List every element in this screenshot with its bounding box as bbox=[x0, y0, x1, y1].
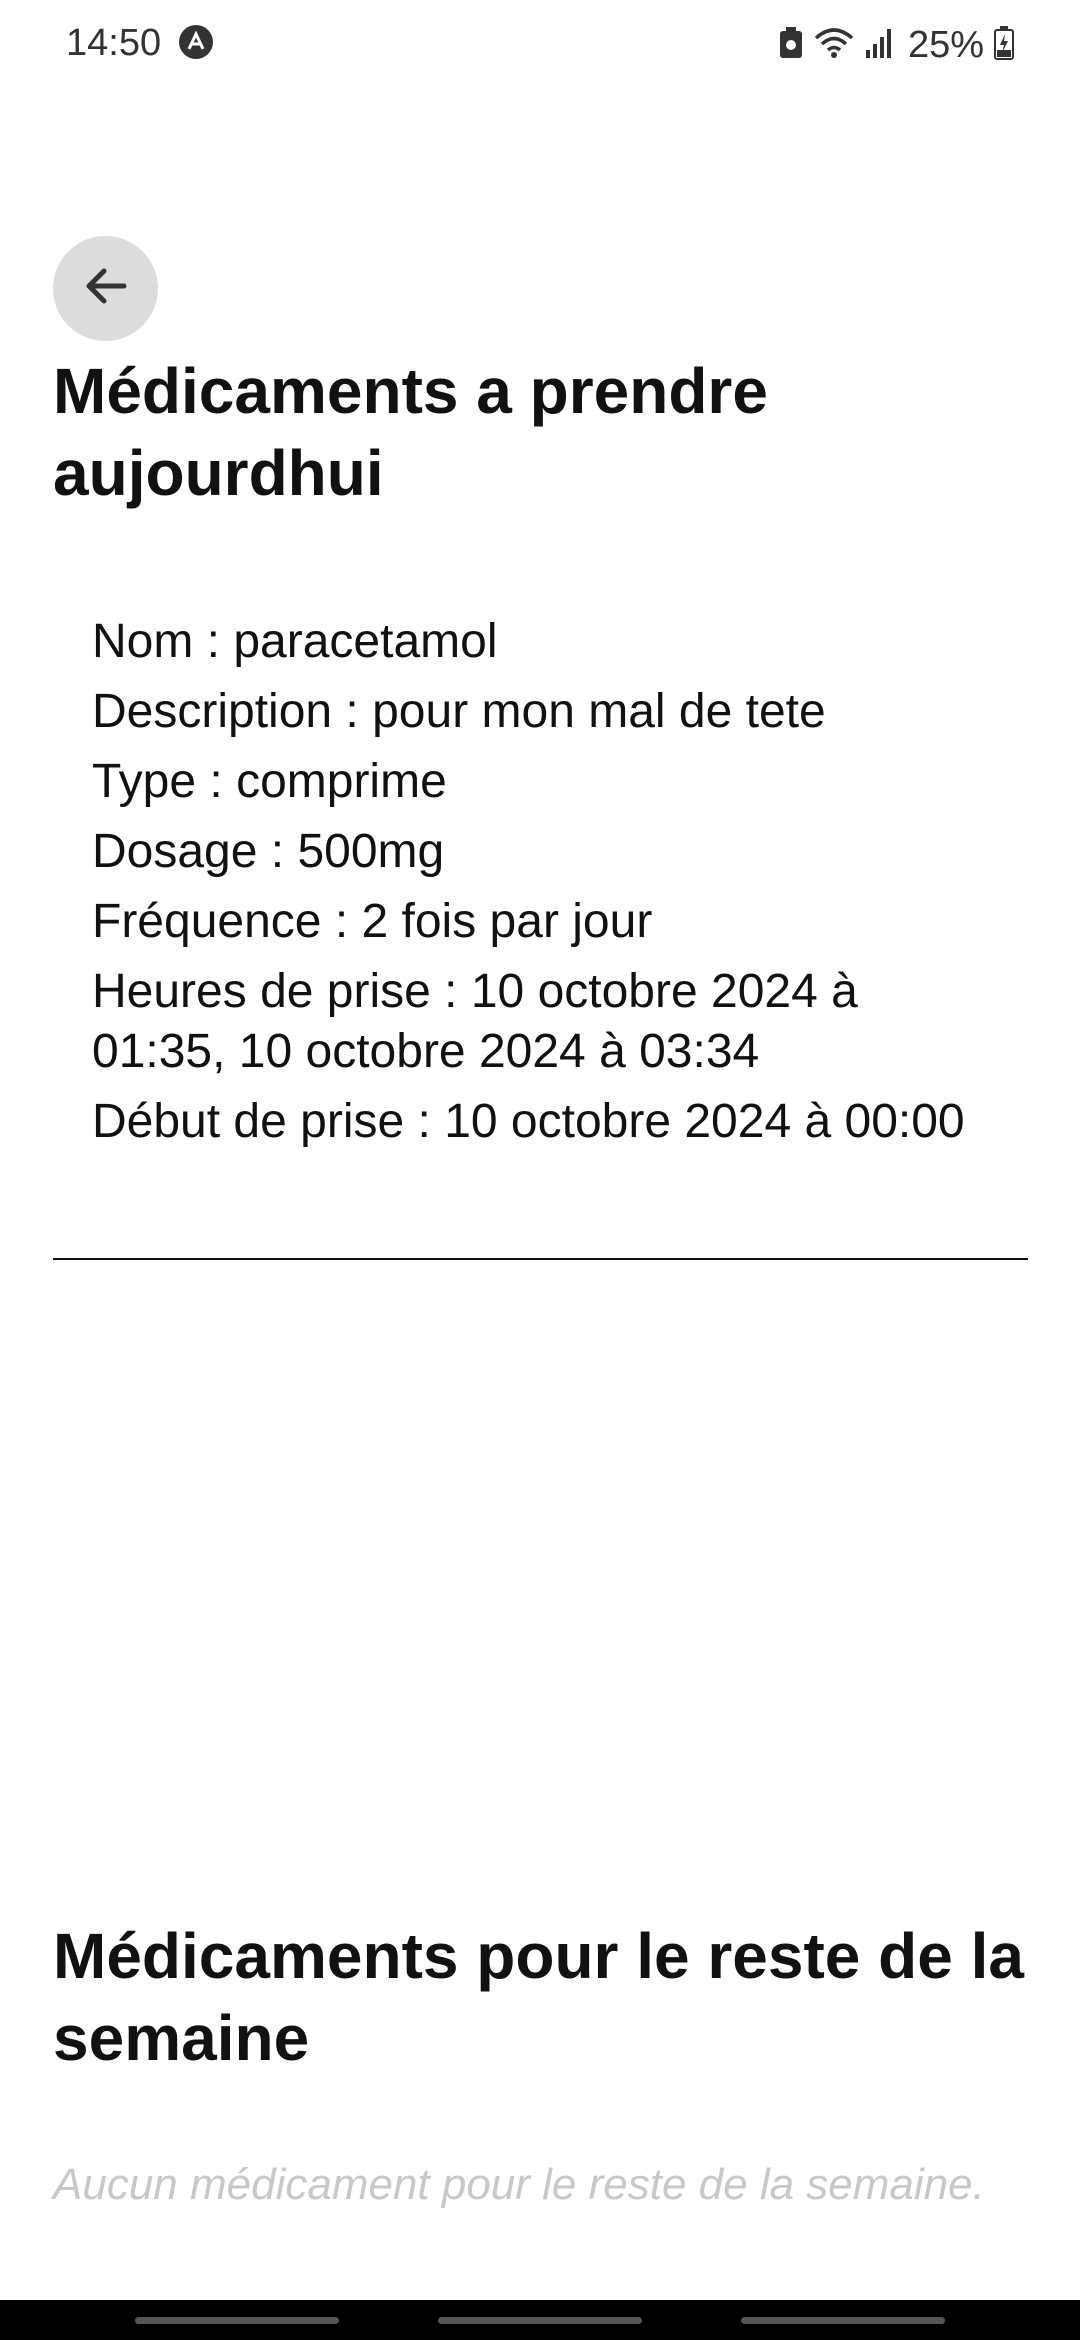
medication-card: Nom : paracetamol Description : pour mon… bbox=[92, 612, 972, 1162]
medication-start: Début de prise : 10 octobre 2024 à 00:00 bbox=[92, 1095, 965, 1148]
medication-dosage: Dosage : 500mg bbox=[92, 825, 445, 878]
medication-type: Type : comprime bbox=[92, 755, 447, 808]
medication-hours: Heures de prise : 10 octobre 2024 à 01:3… bbox=[92, 965, 858, 1078]
battery-saver-icon bbox=[778, 26, 804, 65]
medication-frequency: Fréquence : 2 fois par jour bbox=[92, 895, 653, 948]
back-button[interactable] bbox=[53, 236, 158, 341]
arrow-left-icon bbox=[80, 260, 132, 317]
today-section-title: Médicaments a prendre aujourdhui bbox=[53, 355, 768, 509]
battery-charging-icon bbox=[994, 25, 1014, 65]
wifi-icon bbox=[814, 26, 854, 65]
week-section-title: Médicaments pour le reste de la semaine bbox=[53, 1920, 1024, 2074]
empty-week-message: Aucun médicament pour le reste de la sem… bbox=[53, 2160, 985, 2209]
status-icons: 25% bbox=[768, 20, 1014, 70]
signal-icon bbox=[864, 26, 894, 65]
nav-recent-button[interactable] bbox=[135, 2317, 339, 2324]
medication-name: Nom : paracetamol bbox=[92, 615, 498, 668]
system-nav-bar bbox=[0, 2300, 1080, 2340]
app-screen: 14:50 25% Médicaments a prendre aujourdh… bbox=[0, 0, 1080, 2340]
battery-percent: 25% bbox=[907, 23, 984, 66]
nav-back-button[interactable] bbox=[741, 2317, 945, 2324]
status-bar: 14:50 25% bbox=[0, 0, 1080, 90]
divider bbox=[53, 1258, 1028, 1260]
app-notification-icon bbox=[178, 24, 214, 60]
status-time: 14:50 bbox=[66, 22, 162, 64]
nav-home-button[interactable] bbox=[438, 2317, 642, 2324]
medication-description: Description : pour mon mal de tete bbox=[92, 685, 826, 738]
